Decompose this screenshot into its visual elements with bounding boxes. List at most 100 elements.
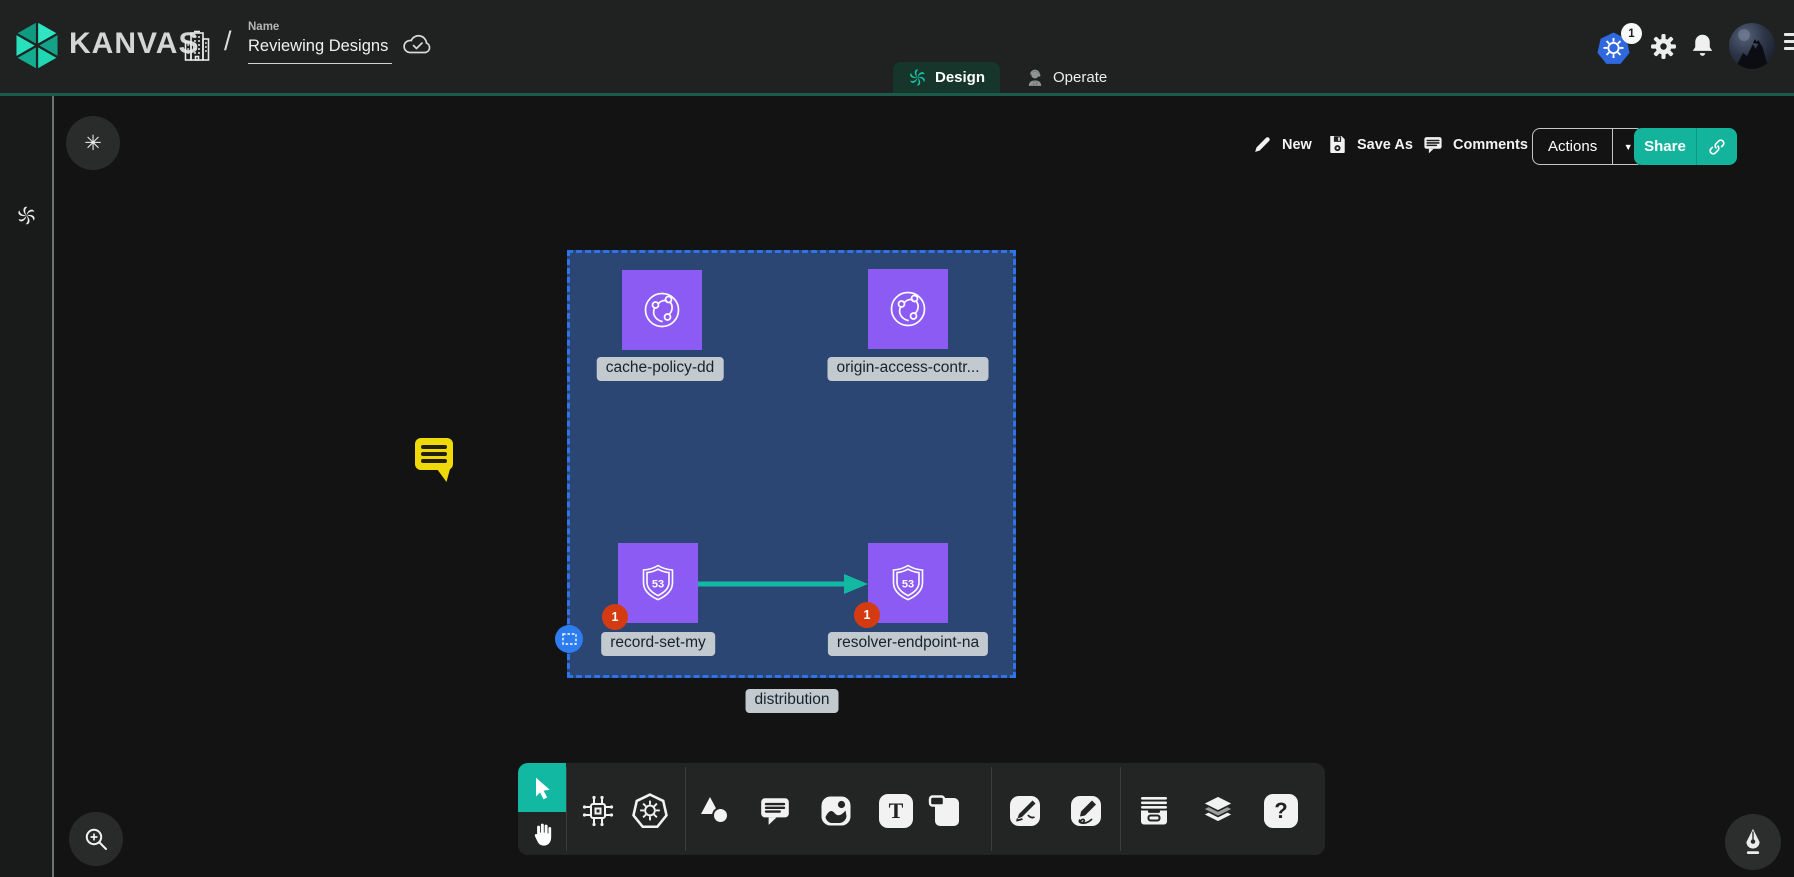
route53-shield-icon: 53 xyxy=(635,560,681,606)
route53-shield-icon: 53 xyxy=(885,560,931,606)
notifications-button[interactable] xyxy=(1689,32,1716,60)
left-sidebar xyxy=(0,96,54,877)
node-resolver-endpoint[interactable]: 53 xyxy=(868,543,948,623)
node-label: origin-access-contr... xyxy=(828,357,989,381)
tool-shapes[interactable] xyxy=(696,793,732,829)
help-icon: ? xyxy=(1264,794,1298,828)
cursor-arrow-icon xyxy=(530,775,554,801)
comment-icon xyxy=(1422,134,1444,156)
actions-label: Actions xyxy=(1533,129,1612,164)
node-badge[interactable]: 1 xyxy=(854,602,880,628)
hand-icon xyxy=(530,821,554,847)
design-spiral-icon xyxy=(908,68,927,87)
tool-kubernetes[interactable] xyxy=(632,793,668,829)
name-label: Name xyxy=(248,21,398,33)
settings-button[interactable] xyxy=(1650,33,1677,60)
brand-text: KANVAS xyxy=(69,27,199,61)
svg-text:53: 53 xyxy=(902,579,914,591)
app-root: KANVAS / Name xyxy=(0,0,1794,877)
node-label: cache-policy-dd xyxy=(597,357,724,381)
kanvas-hexagon-icon xyxy=(12,18,62,73)
design-canvas[interactable]: ✳ New Save As xyxy=(56,96,1794,877)
canvas-quick-action-button[interactable]: ✳ xyxy=(66,116,120,170)
new-button[interactable]: New xyxy=(1252,134,1312,155)
connection-arrow[interactable] xyxy=(698,571,868,597)
cloudfront-globe-icon xyxy=(885,286,931,332)
node-record-set[interactable]: 53 xyxy=(618,543,698,623)
kubernetes-notification-button[interactable]: 1 xyxy=(1596,26,1642,68)
pen-path-icon xyxy=(1007,793,1043,829)
new-label: New xyxy=(1282,137,1312,153)
toolbar-divider xyxy=(991,767,992,851)
image-icon xyxy=(819,794,853,828)
comment-pin-icon xyxy=(413,436,457,483)
svg-text:53: 53 xyxy=(652,579,664,591)
app-logo[interactable] xyxy=(12,18,62,73)
pencil-new-icon xyxy=(1252,134,1273,155)
magnifier-plus-icon xyxy=(83,826,109,852)
notification-badge: 1 xyxy=(1621,23,1642,44)
flower-icon: ✳ xyxy=(84,131,102,156)
tool-architecture[interactable] xyxy=(580,793,616,829)
save-as-label: Save As xyxy=(1357,137,1413,153)
save-as-button[interactable]: Save As xyxy=(1327,134,1413,155)
layers-icon xyxy=(1200,793,1236,829)
tool-help[interactable]: ? xyxy=(1263,793,1299,829)
node-label: record-set-my xyxy=(601,632,715,656)
group-label: distribution xyxy=(746,689,839,713)
node-origin-access-control[interactable] xyxy=(868,269,948,349)
tool-comment[interactable] xyxy=(757,793,793,829)
cloudfront-globe-icon xyxy=(639,287,685,333)
share-button[interactable]: Share xyxy=(1634,128,1737,165)
pen-mode-button[interactable] xyxy=(1725,814,1781,870)
user-avatar[interactable] xyxy=(1729,23,1775,69)
node-badge[interactable]: 1 xyxy=(602,604,628,630)
comments-label: Comments xyxy=(1453,137,1528,153)
overflow-menu-icon[interactable] xyxy=(1784,33,1794,54)
zoom-in-button[interactable] xyxy=(69,812,123,866)
node-cache-policy[interactable] xyxy=(622,270,702,350)
pointer-tools-column xyxy=(518,763,566,855)
tool-frame[interactable] xyxy=(927,793,963,829)
tab-operate-label: Operate xyxy=(1053,69,1107,86)
breadcrumb-separator: / xyxy=(224,26,232,57)
operate-agent-icon xyxy=(1025,68,1045,88)
tool-layers[interactable] xyxy=(1200,793,1236,829)
toolbar-divider xyxy=(566,767,567,851)
organization-building-icon[interactable] xyxy=(183,30,211,63)
tool-archive[interactable] xyxy=(1136,793,1172,829)
tool-text[interactable]: T xyxy=(878,793,914,829)
selection-handle[interactable] xyxy=(555,625,583,653)
tab-design-label: Design xyxy=(935,69,985,86)
dashed-rect-icon xyxy=(562,633,577,645)
tool-pencil[interactable] xyxy=(1068,793,1104,829)
circuit-chip-icon xyxy=(580,793,616,829)
kubernetes-helm-icon xyxy=(632,793,668,829)
tab-operate[interactable]: Operate xyxy=(1010,62,1122,93)
app-header: KANVAS / Name xyxy=(0,0,1794,93)
copy-link-button[interactable] xyxy=(1696,128,1737,165)
pen-nib-icon xyxy=(1739,827,1767,857)
tool-select[interactable] xyxy=(518,763,566,812)
name-input[interactable] xyxy=(248,37,392,64)
archive-drawer-icon xyxy=(1136,794,1172,828)
tool-pan[interactable] xyxy=(518,812,566,855)
tab-design[interactable]: Design xyxy=(893,62,1000,93)
bell-icon xyxy=(1689,32,1716,60)
avatar-image xyxy=(1729,23,1775,69)
actions-button[interactable]: Actions ▼ xyxy=(1532,128,1644,165)
node-label: resolver-endpoint-na xyxy=(828,632,988,656)
comment-tool-icon xyxy=(758,794,792,828)
shapes-icon xyxy=(697,794,731,828)
tool-image[interactable] xyxy=(818,793,854,829)
frame-note-icon xyxy=(927,794,963,828)
comments-button[interactable]: Comments xyxy=(1422,134,1528,156)
design-name-field: Name xyxy=(248,21,398,64)
text-tool-icon: T xyxy=(879,794,913,828)
toolbar-divider xyxy=(1120,767,1121,851)
canvas-comment-pin[interactable] xyxy=(413,436,457,483)
gear-icon xyxy=(1650,33,1677,60)
tool-pen[interactable] xyxy=(1007,793,1043,829)
floppy-save-icon xyxy=(1327,134,1348,155)
sidebar-spiral-icon[interactable] xyxy=(16,205,37,226)
